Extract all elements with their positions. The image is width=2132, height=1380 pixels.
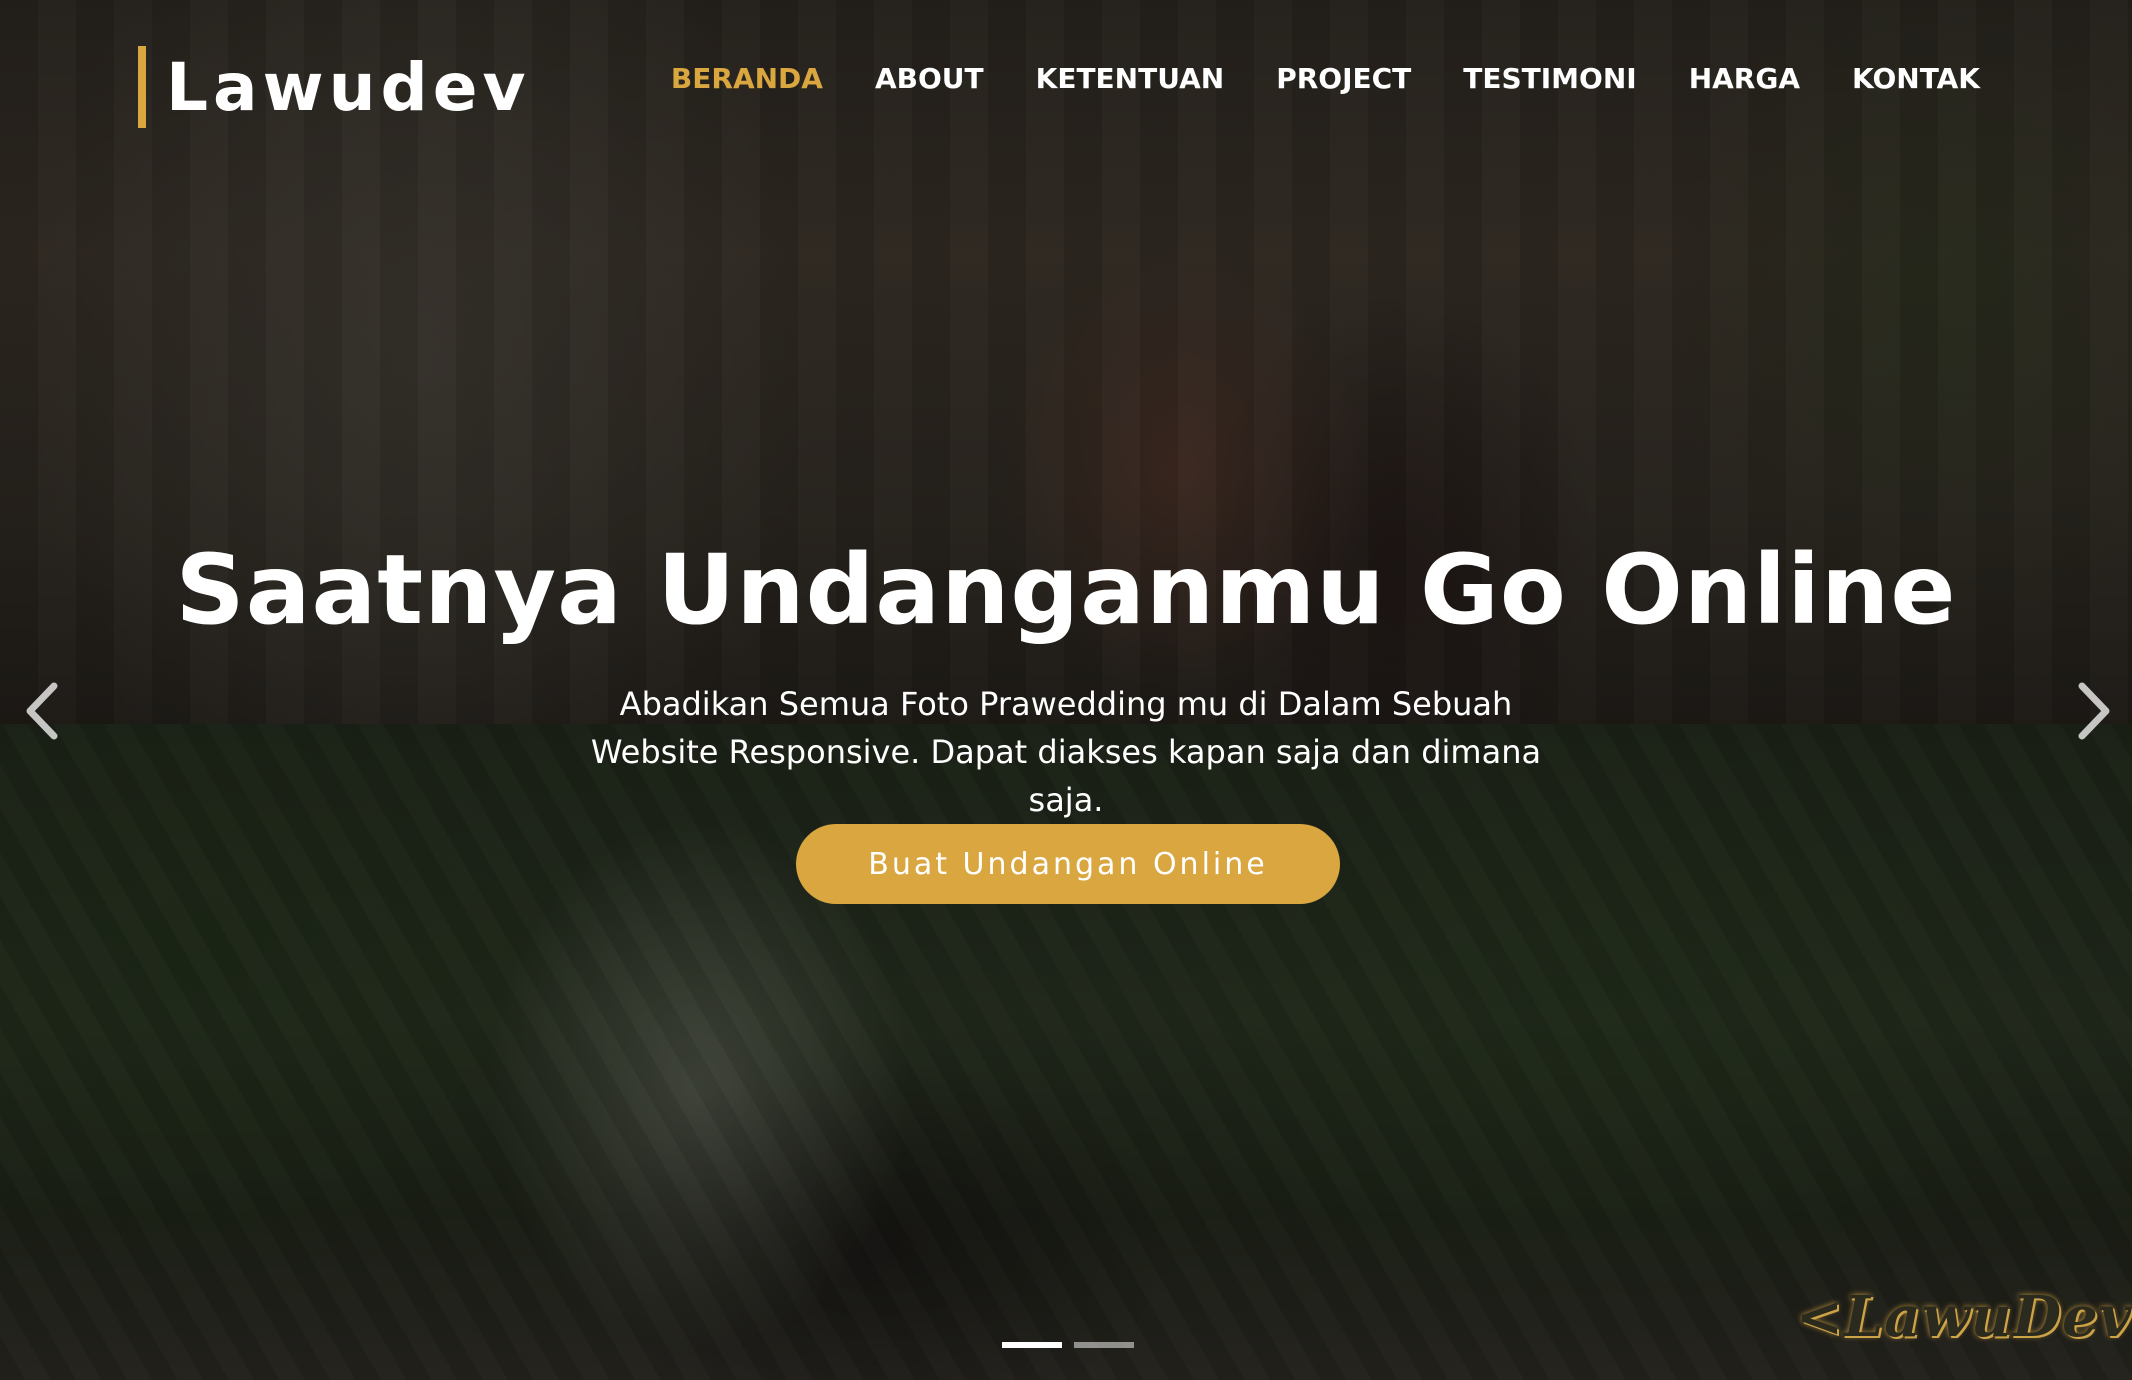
hero-subtext: Abadikan Semua Foto Prawedding mu di Dal… [590,685,1542,819]
nav-item-testimoni[interactable]: TESTIMONI [1463,62,1636,95]
nav-item-kontak[interactable]: KONTAK [1852,62,1980,95]
carousel-prev-button[interactable] [14,676,74,746]
nav-item-about[interactable]: ABOUT [875,62,984,95]
create-invitation-button[interactable]: Buat Undangan Online [796,824,1340,904]
carousel-indicator-2[interactable] [1074,1342,1134,1348]
site-header: Lawudev BERANDA ABOUT KETENTUAN PROJECT … [0,0,2132,170]
nav-item-ketentuan[interactable]: KETENTUAN [1036,62,1225,95]
carousel-next-button[interactable] [2062,676,2122,746]
chevron-right-icon [2078,682,2110,740]
nav-item-beranda[interactable]: BERANDA [671,62,823,95]
hero-headline: Saatnya Undanganmu Go Online [175,534,1957,647]
chevron-left-icon [26,682,58,740]
watermark-logo: <LawuDev> [1796,1284,2132,1350]
nav-item-harga[interactable]: HARGA [1689,62,1800,95]
carousel-indicators [1002,1342,1134,1348]
hero-section: Lawudev BERANDA ABOUT KETENTUAN PROJECT … [0,0,2132,1380]
carousel-indicator-1[interactable] [1002,1342,1062,1348]
nav-item-project[interactable]: PROJECT [1276,62,1411,95]
main-nav: BERANDA ABOUT KETENTUAN PROJECT TESTIMON… [619,62,1980,95]
logo[interactable]: Lawudev [138,44,531,130]
logo-accent-bar [138,46,146,128]
logo-text: Lawudev [166,48,531,126]
